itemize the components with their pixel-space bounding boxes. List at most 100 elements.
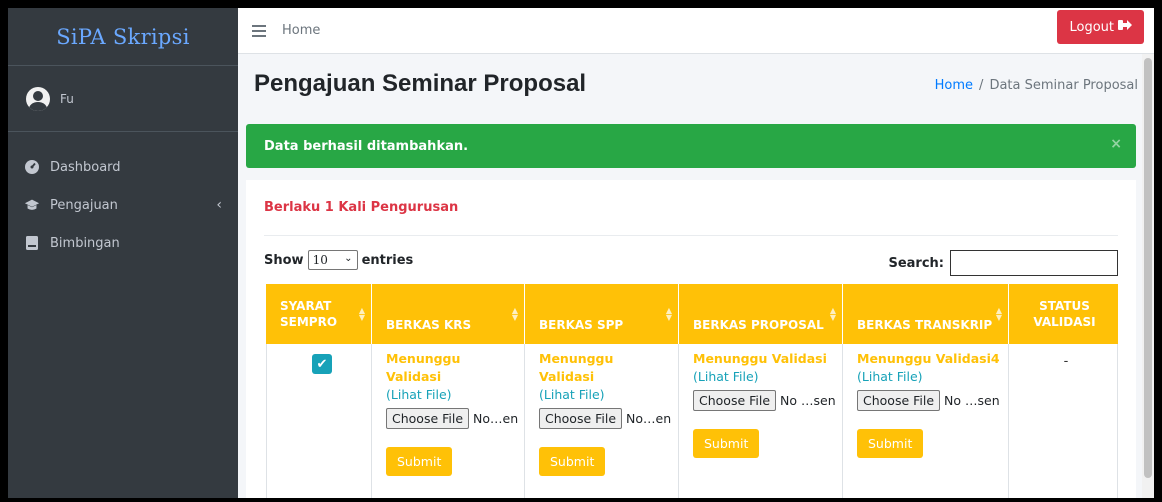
submit-button[interactable]: Submit xyxy=(857,429,924,458)
search-box: Search: xyxy=(888,250,1118,276)
cell-transkrip: Menunggu Validasi4 (Lihat File) Choose F… xyxy=(843,344,1009,498)
header-label: BERKAS PROPOSAL xyxy=(693,318,824,332)
choose-file-button[interactable]: Choose File xyxy=(857,390,941,411)
topbar-home-link[interactable]: Home xyxy=(282,23,320,38)
file-name: No…en xyxy=(626,411,672,426)
header-berkas-transkrip[interactable]: BERKAS TRANSKRIP ▲ ▼ xyxy=(843,284,1009,344)
view-file-link[interactable]: (Lihat File) xyxy=(693,368,834,386)
sidebar-item-label: Dashboard xyxy=(50,159,121,175)
file-name: No…en xyxy=(473,411,519,426)
app-frame: SiPA Skripsi Fu Dashboard Pengajuan ‹ Bi… xyxy=(8,8,1154,498)
sidebar-item-pengajuan[interactable]: Pengajuan ‹ xyxy=(8,186,238,224)
header-berkas-proposal[interactable]: BERKAS PROPOSAL ▲ ▼ xyxy=(679,284,843,344)
submit-button[interactable]: Submit xyxy=(693,429,760,458)
card-header: Berlaku 1 Kali Pengurusan xyxy=(264,180,1118,236)
search-input[interactable] xyxy=(950,250,1118,276)
chevron-left-icon: ‹ xyxy=(216,197,222,213)
sign-out-icon xyxy=(1118,19,1132,35)
data-table: SYARAT SEMPRO ▲ ▼ BERKAS KRS ▲ ▼ BERKAS SP… xyxy=(266,284,1118,498)
sidebar-nav: Dashboard Pengajuan ‹ Bimbingan xyxy=(8,132,238,262)
header-status-validasi: STATUS VALIDASI xyxy=(1009,284,1118,344)
entries-label: entries xyxy=(361,252,414,268)
header-label: BERKAS SPP xyxy=(539,318,624,332)
choose-file-button[interactable]: Choose File xyxy=(693,390,777,411)
choose-file-button[interactable]: Choose File xyxy=(386,408,470,429)
sort-icon: ▲ ▼ xyxy=(665,306,672,322)
file-input[interactable]: Choose File No …sen xyxy=(693,390,836,411)
header-label: STATUS VALIDASI xyxy=(1033,299,1096,329)
sort-icon: ▲ ▼ xyxy=(511,306,518,322)
success-alert: Data berhasil ditambahkan. × xyxy=(246,124,1136,168)
alert-message: Data berhasil ditambahkan. xyxy=(264,138,469,154)
logout-button[interactable]: Logout xyxy=(1057,10,1144,44)
graduation-cap-icon xyxy=(24,197,40,213)
checkbox[interactable]: ✔ xyxy=(312,354,332,374)
header-berkas-krs[interactable]: BERKAS KRS ▲ ▼ xyxy=(372,284,525,344)
sort-icon: ▲ ▼ xyxy=(829,306,836,322)
datatable-controls: Show 10 ⌄ entries Search: xyxy=(264,236,1118,276)
breadcrumb-current: Data Seminar Proposal xyxy=(989,78,1138,93)
search-label: Search: xyxy=(888,255,944,271)
status-text: Menunggu Validasi xyxy=(386,351,461,384)
header-berkas-spp[interactable]: BERKAS SPP ▲ ▼ xyxy=(525,284,679,344)
file-name: No …sen xyxy=(944,393,1000,408)
hamburger-menu-icon[interactable] xyxy=(252,24,266,37)
status-text: Menunggu Validasi xyxy=(693,351,827,366)
header-label: BERKAS TRANSKRIP xyxy=(857,318,993,332)
sidebar-item-label: Bimbingan xyxy=(50,235,120,251)
sort-icon: ▲ ▼ xyxy=(358,306,365,322)
show-entries: Show 10 ⌄ entries xyxy=(264,250,413,270)
book-icon xyxy=(24,235,40,251)
scrollbar-thumb[interactable] xyxy=(1144,58,1152,478)
status-text: Menunggu Validasi xyxy=(539,351,614,384)
page-title: Pengajuan Seminar Proposal xyxy=(254,70,587,97)
cell-syarat: ✔ xyxy=(266,344,372,498)
chevron-down-icon: ⌄ xyxy=(344,253,353,264)
user-panel[interactable]: Fu xyxy=(8,66,238,132)
breadcrumb-separator: / xyxy=(979,78,984,93)
cell-validasi: - xyxy=(1009,344,1118,498)
cell-krs: Menunggu Validasi (Lihat File) Choose Fi… xyxy=(372,344,525,498)
submit-button[interactable]: Submit xyxy=(539,447,606,476)
view-file-link[interactable]: (Lihat File) xyxy=(539,386,670,404)
brand[interactable]: SiPA Skripsi xyxy=(8,8,238,66)
brand-title: SiPA Skripsi xyxy=(56,24,190,49)
breadcrumb: Home / Data Seminar Proposal xyxy=(935,78,1138,93)
logout-label: Logout xyxy=(1069,19,1114,35)
sidebar: SiPA Skripsi Fu Dashboard Pengajuan ‹ Bi… xyxy=(8,8,238,498)
sort-icon: ▲ ▼ xyxy=(995,306,1002,322)
file-name: No …sen xyxy=(780,393,836,408)
sidebar-item-label: Pengajuan xyxy=(50,197,118,213)
sidebar-item-dashboard[interactable]: Dashboard xyxy=(8,148,238,186)
choose-file-button[interactable]: Choose File xyxy=(539,408,623,429)
breadcrumb-home-link[interactable]: Home xyxy=(935,78,973,93)
user-name: Fu xyxy=(60,91,74,106)
cell-spp: Menunggu Validasi (Lihat File) Choose Fi… xyxy=(525,344,679,498)
entries-value: 10 xyxy=(312,253,328,267)
header-label: SYARAT SEMPRO xyxy=(280,299,338,329)
file-input[interactable]: Choose File No…en xyxy=(386,408,519,429)
status-text: Menunggu Validasi4 xyxy=(857,351,1000,366)
topbar: Home Logout xyxy=(238,8,1154,54)
submit-button[interactable]: Submit xyxy=(386,447,453,476)
header-syarat-sempro[interactable]: SYARAT SEMPRO ▲ ▼ xyxy=(266,284,372,344)
file-input[interactable]: Choose File No …sen xyxy=(857,390,1000,411)
show-label: Show xyxy=(264,252,304,268)
page-scrollbar[interactable] xyxy=(1142,54,1154,498)
file-input[interactable]: Choose File No…en xyxy=(539,408,672,429)
view-file-link[interactable]: (Lihat File) xyxy=(386,386,516,404)
check-icon: ✔ xyxy=(316,356,328,372)
card: Berlaku 1 Kali Pengurusan Show 10 ⌄ entr… xyxy=(246,180,1136,498)
close-icon[interactable]: × xyxy=(1110,136,1122,152)
user-avatar-icon xyxy=(26,86,50,111)
tachometer-icon xyxy=(24,159,40,175)
card-title: Berlaku 1 Kali Pengurusan xyxy=(264,200,459,215)
view-file-link[interactable]: (Lihat File) xyxy=(857,368,1000,386)
cell-proposal: Menunggu Validasi (Lihat File) Choose Fi… xyxy=(679,344,843,498)
table-row: ✔ Menunggu Validasi (Lihat File) Choose … xyxy=(266,344,1118,498)
header-label: BERKAS KRS xyxy=(386,318,472,332)
validation-status: - xyxy=(1063,354,1069,369)
entries-select[interactable]: 10 ⌄ xyxy=(307,250,358,270)
sidebar-item-bimbingan[interactable]: Bimbingan xyxy=(8,224,238,262)
table-header: SYARAT SEMPRO ▲ ▼ BERKAS KRS ▲ ▼ BERKAS SP… xyxy=(266,284,1118,344)
